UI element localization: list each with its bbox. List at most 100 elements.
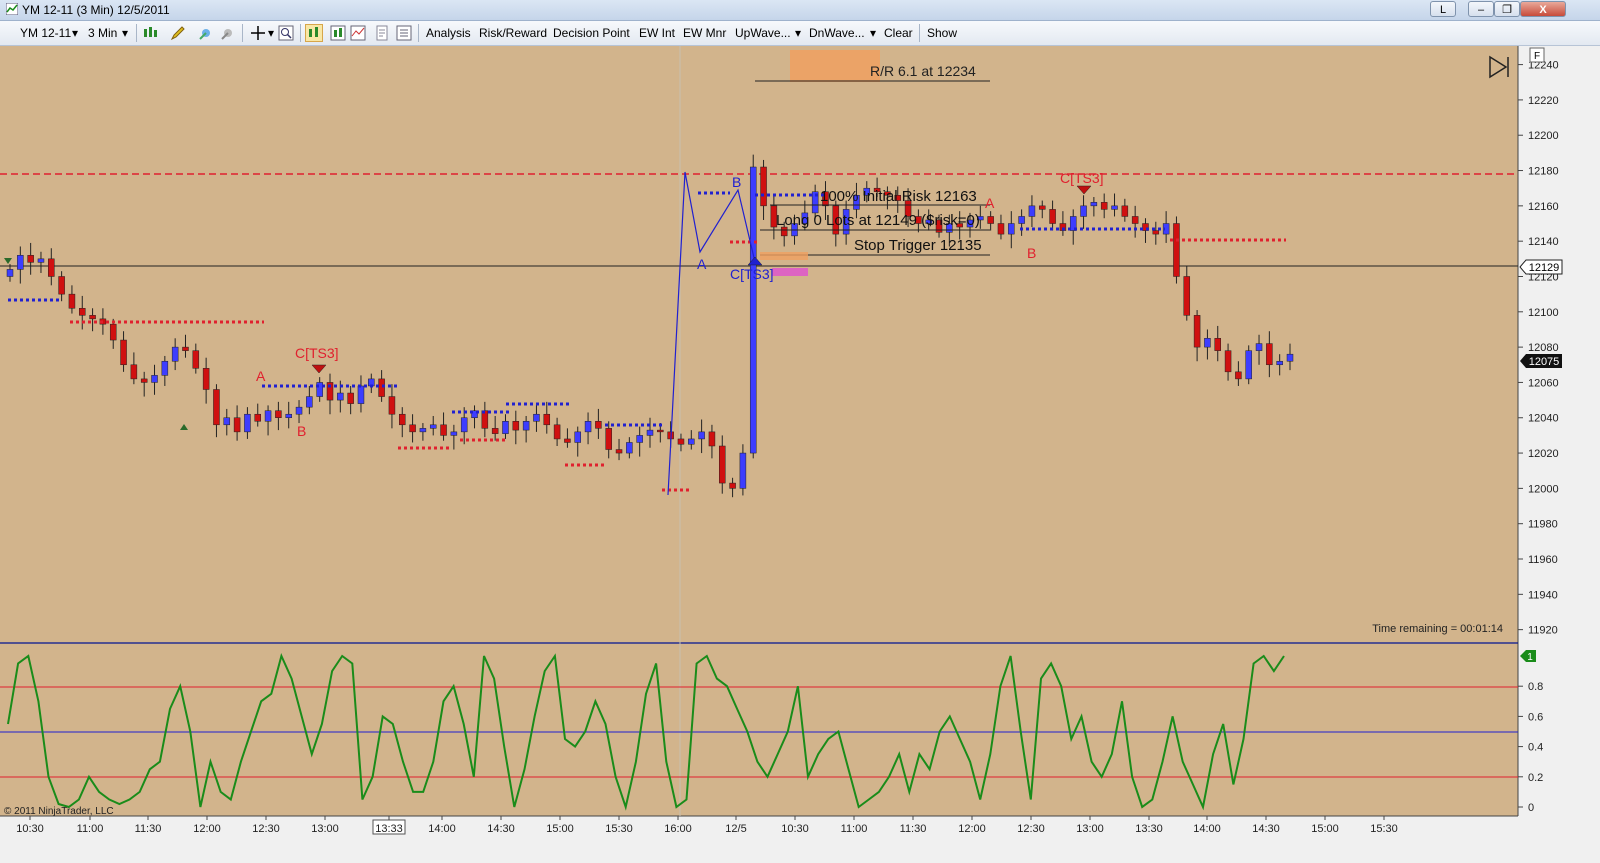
svg-text:A: A: [256, 368, 266, 384]
time-tick-label: 16:00: [664, 823, 692, 835]
data-series-icon[interactable]: [330, 25, 346, 41]
price-chart-canvas[interactable]: R/R 6.1 at 12234 100% Initial Risk 12163…: [0, 46, 1600, 860]
bar-type-icon[interactable]: [142, 25, 158, 41]
crosshair-icon[interactable]: [198, 25, 214, 41]
link-button[interactable]: L: [1430, 1, 1456, 17]
svg-text:C[TS3]: C[TS3]: [730, 266, 774, 282]
zoom-icon[interactable]: [278, 25, 294, 41]
data-box-icon[interactable]: [396, 25, 412, 41]
candle-body: [543, 413, 551, 426]
restore-icon[interactable]: ❐: [1494, 1, 1520, 17]
candle-body: [213, 389, 220, 426]
price-tick-label: 11980: [1528, 519, 1558, 531]
candle-body: [357, 385, 365, 404]
indicator-icon[interactable]: [350, 25, 366, 41]
time-tick-label: 15:30: [1370, 823, 1398, 835]
toolbar-divider: [300, 24, 301, 42]
svg-text:A: A: [985, 195, 995, 211]
candle-body: [182, 346, 189, 351]
time-tick-label: 12:00: [193, 823, 221, 835]
interval-dropdown-icon[interactable]: ▾: [122, 25, 128, 41]
price-tick-label: 11940: [1528, 589, 1558, 601]
global-crosshair-icon[interactable]: [220, 25, 236, 41]
menu-clear[interactable]: Clear: [884, 25, 913, 41]
time-tick-label: 14:00: [1193, 823, 1221, 835]
crosshair-dropdown-icon[interactable]: ▾: [268, 25, 274, 41]
candle-body: [1131, 216, 1139, 224]
menu-dnwave[interactable]: DnWave...: [809, 25, 865, 41]
instrument-dropdown-icon[interactable]: ▾: [72, 25, 78, 41]
candle-body: [677, 438, 685, 445]
time-tick-label: 14:00: [428, 823, 456, 835]
chart-style-icon[interactable]: [305, 24, 323, 42]
candle-body: [1183, 276, 1191, 316]
close-button[interactable]: X: [1520, 1, 1566, 17]
candle-body: [399, 413, 406, 426]
instrument-selector[interactable]: YM 12-11: [20, 25, 71, 41]
candle-body: [698, 431, 705, 440]
entry-box[interactable]: [772, 268, 808, 276]
dnwave-dropdown-icon[interactable]: ▾: [870, 25, 876, 41]
menu-show[interactable]: Show: [927, 25, 957, 41]
window-titlebar: YM 12-11 (3 Min) 12/5/2011 L – ❐ X: [0, 0, 1600, 21]
price-tick-label: 12160: [1528, 201, 1559, 213]
candle-body: [739, 452, 747, 489]
minimize-icon[interactable]: –: [1468, 1, 1494, 17]
candle-body: [605, 428, 612, 450]
osc-tick-label: 0.6: [1528, 711, 1543, 723]
time-tick-label: 14:30: [1252, 823, 1280, 835]
candle-body: [264, 410, 272, 422]
candle-body: [109, 323, 117, 341]
candle-body: [254, 413, 261, 422]
candle-body: [502, 421, 509, 434]
stop-box[interactable]: [760, 252, 808, 260]
candle-body: [140, 378, 148, 383]
svg-text:B: B: [297, 423, 306, 439]
candle-body: [285, 413, 292, 418]
price-tick-label: 12140: [1528, 236, 1559, 248]
candle-body: [522, 421, 530, 431]
oscillator-panel-bg: [0, 644, 1518, 816]
candle-body: [347, 392, 354, 404]
candle-body: [1049, 209, 1056, 224]
candle-body: [295, 406, 303, 415]
time-tick-label: 11:30: [135, 823, 162, 835]
time-tick-label: 12:00: [958, 823, 986, 835]
candle-body: [729, 482, 736, 489]
price-tick-label: 12180: [1528, 166, 1559, 178]
candle-body: [1235, 371, 1242, 380]
candle-body: [1008, 223, 1015, 235]
candle-body: [440, 424, 447, 436]
time-tick-label: 13:00: [311, 823, 339, 835]
rr-target-box[interactable]: [790, 50, 880, 82]
candle-body: [553, 424, 561, 440]
menu-analysis[interactable]: Analysis: [426, 25, 471, 41]
f-button-label: F: [1534, 51, 1540, 62]
candle-body: [574, 431, 581, 443]
menu-upwave[interactable]: UpWave...: [735, 25, 791, 41]
svg-text:C[TS3]: C[TS3]: [1060, 170, 1104, 186]
properties-icon[interactable]: [374, 25, 390, 41]
chart-area[interactable]: R/R 6.1 at 12234 100% Initial Risk 12163…: [0, 46, 1600, 860]
candle-body: [79, 308, 86, 316]
menu-decision-point[interactable]: Decision Point: [553, 25, 630, 41]
time-tick-label: 15:00: [1311, 823, 1339, 835]
candle-body: [1100, 202, 1108, 210]
crosshair-move-icon[interactable]: [250, 25, 266, 41]
interval-selector[interactable]: 3 Min: [88, 25, 117, 41]
time-remaining: Time remaining = 00:01:14: [1372, 623, 1503, 635]
candle-body: [151, 375, 158, 383]
price-tick-label: 12000: [1528, 483, 1559, 495]
drawing-pencil-icon[interactable]: [170, 25, 186, 41]
svg-text:B: B: [732, 174, 741, 190]
menu-risk-reward[interactable]: Risk/Reward: [479, 25, 547, 41]
candle-body: [275, 410, 282, 418]
candle-body: [584, 421, 592, 433]
menu-ew-int[interactable]: EW Int: [639, 25, 675, 41]
menu-ew-mnr[interactable]: EW Mnr: [683, 25, 726, 41]
price-tick-label: 11960: [1528, 554, 1558, 566]
window-title: YM 12-11 (3 Min) 12/5/2011: [22, 3, 170, 17]
osc-tick-label: 0.8: [1528, 681, 1543, 693]
candle-body: [48, 258, 55, 277]
upwave-dropdown-icon[interactable]: ▾: [795, 25, 801, 41]
